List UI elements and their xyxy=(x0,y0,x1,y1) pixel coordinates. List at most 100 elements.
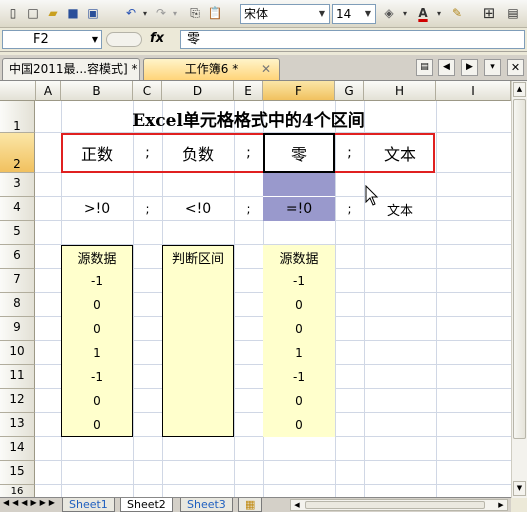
row-header[interactable]: 8 xyxy=(0,293,35,317)
horizontal-scrollbar[interactable]: ◀ ▶ xyxy=(290,499,508,511)
scroll-right-icon[interactable]: ▶ xyxy=(495,500,507,510)
table-cell[interactable]: 0 xyxy=(61,317,133,341)
paste-icon[interactable]: 📋 xyxy=(206,4,224,22)
tab-next-icon[interactable]: ▶ xyxy=(461,59,478,76)
row-header[interactable]: 13 xyxy=(0,413,35,437)
column-header[interactable]: I xyxy=(436,81,511,101)
tab-prev-icon[interactable]: ◀ xyxy=(438,59,455,76)
workbook-tab-2[interactable]: 工作簿6 * ✕ xyxy=(143,58,280,80)
row-header[interactable]: 5 xyxy=(0,221,35,245)
worksheet-grid[interactable]: A B C D E F G H I 1 2 3 4 5 6 7 8 9 10 1… xyxy=(0,81,511,498)
table-cell[interactable]: 0 xyxy=(263,413,335,437)
table-cell[interactable]: -1 xyxy=(263,269,335,293)
column-header[interactable]: A xyxy=(36,81,61,101)
column-header[interactable]: B xyxy=(61,81,133,101)
row-header[interactable]: 6 xyxy=(0,245,35,269)
table-cell[interactable]: 0 xyxy=(61,413,133,437)
table-cell[interactable]: 0 xyxy=(263,389,335,413)
table-cell[interactable]: 1 xyxy=(61,341,133,365)
row-header[interactable]: 2 xyxy=(0,133,35,173)
table-cell[interactable]: 0 xyxy=(263,293,335,317)
table-cell[interactable]: -1 xyxy=(61,365,133,389)
column-header[interactable]: H xyxy=(364,81,436,101)
scroll-up-icon[interactable]: ▲ xyxy=(513,82,526,97)
cell-c2[interactable]: ; xyxy=(133,133,162,173)
font-size-select[interactable]: 14 ▼ xyxy=(332,4,376,24)
formula-toggle[interactable] xyxy=(106,32,142,47)
copy-icon[interactable]: ⎘ xyxy=(186,4,204,22)
font-color-dropdown-icon[interactable]: ▾ xyxy=(430,4,448,22)
row-header[interactable]: 1 xyxy=(0,101,35,133)
cell-f4[interactable]: =!0 xyxy=(263,197,335,221)
column-header[interactable]: F xyxy=(263,81,335,101)
open-folder-icon[interactable]: ▰ xyxy=(44,4,62,22)
scroll-thumb[interactable] xyxy=(513,99,526,439)
insert-function-button[interactable]: fx xyxy=(150,31,164,46)
row-header[interactable]: 15 xyxy=(0,461,35,485)
row-header[interactable]: 7 xyxy=(0,269,35,293)
chevron-down-icon[interactable]: ▼ xyxy=(92,31,98,48)
redo-dropdown-icon[interactable]: ▾ xyxy=(166,4,184,22)
borders-icon[interactable]: ⊞ xyxy=(480,4,498,22)
close-window-icon[interactable]: ✕ xyxy=(507,59,524,76)
cell-h2[interactable]: 文本 xyxy=(364,133,436,173)
workbook-tab-1[interactable]: 中国2011最...容模式] * xyxy=(2,58,140,80)
sheet-tab-sheet3[interactable]: Sheet3 xyxy=(180,498,233,512)
table-cell[interactable]: 0 xyxy=(61,293,133,317)
sheet-tab-sheet1[interactable]: Sheet1 xyxy=(62,498,115,512)
table-cell[interactable]: -1 xyxy=(263,365,335,389)
scroll-down-icon[interactable]: ▼ xyxy=(513,481,526,496)
column-header[interactable]: G xyxy=(335,81,364,101)
save-icon[interactable]: ■ xyxy=(64,4,82,22)
cell-d6[interactable]: 判断区间 xyxy=(162,245,234,269)
column-header[interactable]: E xyxy=(234,81,263,101)
cell-b6[interactable]: 源数据 xyxy=(61,245,133,269)
font-name-select[interactable]: 宋体 ▼ xyxy=(240,4,330,24)
insert-sheet-icon[interactable]: ▦ xyxy=(238,498,263,512)
cell-e2[interactable]: ; xyxy=(234,133,263,173)
scroll-left-icon[interactable]: ◀ xyxy=(291,500,303,510)
cell-f2[interactable]: 零 xyxy=(263,133,335,173)
cell-b4[interactable]: >!0 xyxy=(61,197,133,221)
tab-list-icon[interactable]: ▾ xyxy=(484,59,501,76)
cell-e4[interactable]: ; xyxy=(234,197,263,221)
vertical-scrollbar[interactable]: ▲ ▼ xyxy=(511,81,527,498)
cell-f6[interactable]: 源数据 xyxy=(263,245,335,269)
table-cell[interactable]: 0 xyxy=(263,317,335,341)
cell-g4[interactable]: ; xyxy=(335,197,364,221)
fill-color-dropdown-icon[interactable]: ▾ xyxy=(396,4,414,22)
close-tab-icon[interactable]: ✕ xyxy=(261,59,271,79)
format-painter-icon[interactable]: ✎ xyxy=(448,4,466,22)
new-document-icon[interactable]: ▯ xyxy=(4,4,22,22)
save-as-icon[interactable]: ▣ xyxy=(84,4,102,22)
sheet-nav-icon[interactable]: ◀◀◀▶▶▶ xyxy=(3,498,58,507)
horizontal-scroll-thumb[interactable] xyxy=(305,501,485,509)
new-icon[interactable]: □ xyxy=(24,4,42,22)
cell-c4[interactable]: ; xyxy=(133,197,162,221)
cell-g2[interactable]: ; xyxy=(335,133,364,173)
cell-b2[interactable]: 正数 xyxy=(61,133,133,173)
sheet-tab-sheet2[interactable]: Sheet2 xyxy=(120,498,173,512)
table-cell[interactable]: -1 xyxy=(61,269,133,293)
row-header[interactable]: 14 xyxy=(0,437,35,461)
name-box[interactable]: F2 ▼ xyxy=(2,30,102,49)
table-cell[interactable]: 0 xyxy=(61,389,133,413)
row-header[interactable]: 12 xyxy=(0,389,35,413)
new-tab-icon[interactable]: ▤ xyxy=(416,59,433,76)
select-all-corner[interactable] xyxy=(0,81,36,101)
row-header[interactable]: 3 xyxy=(0,173,35,197)
cell-d4[interactable]: <!0 xyxy=(162,197,234,221)
row-header[interactable]: 9 xyxy=(0,317,35,341)
row-header[interactable]: 10 xyxy=(0,341,35,365)
cell-d2[interactable]: 负数 xyxy=(162,133,234,173)
column-header[interactable]: C xyxy=(133,81,162,101)
formula-input[interactable]: 零 xyxy=(180,30,525,49)
table-cell[interactable]: 1 xyxy=(263,341,335,365)
column-header[interactable]: D xyxy=(162,81,234,101)
chevron-down-icon[interactable]: ▼ xyxy=(316,6,328,22)
row-header[interactable]: 4 xyxy=(0,197,35,221)
row-header[interactable]: 11 xyxy=(0,365,35,389)
chevron-down-icon[interactable]: ▼ xyxy=(362,6,374,22)
toolbar-options-icon[interactable]: ▤ xyxy=(504,4,522,22)
sheet-title[interactable]: Excel单元格格式中的4个区间 xyxy=(61,103,436,133)
